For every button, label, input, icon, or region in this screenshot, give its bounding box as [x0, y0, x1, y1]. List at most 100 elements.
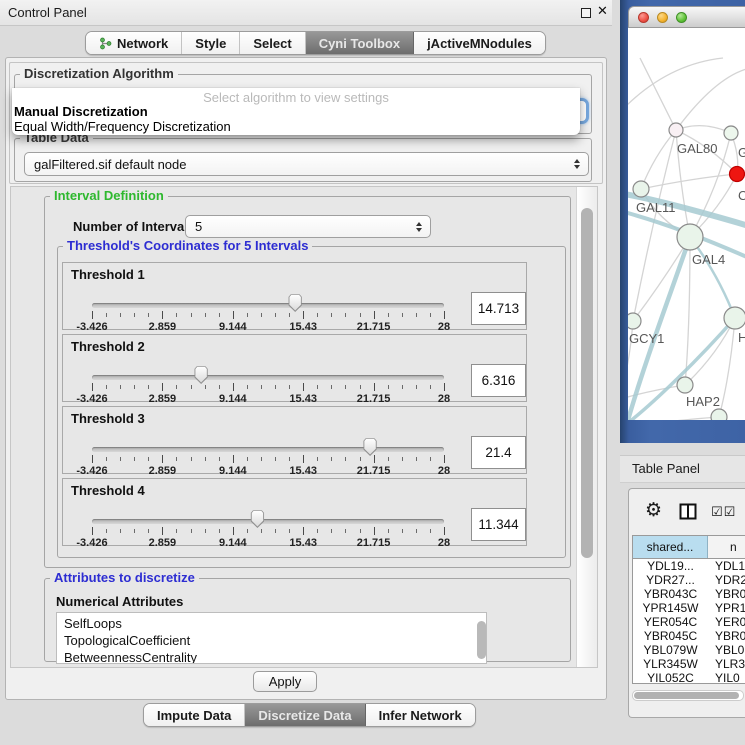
- vertical-scrollbar[interactable]: [576, 187, 597, 667]
- threshold-2-value-field[interactable]: 6.316: [471, 364, 526, 397]
- cell-name[interactable]: YER0: [708, 615, 745, 629]
- float-window-icon[interactable]: [581, 8, 591, 18]
- threshold-1-slider[interactable]: -3.4262.8599.14415.4321.71528: [92, 289, 444, 329]
- cell-name[interactable]: YBR0: [708, 587, 745, 601]
- slider-tick-labels: -3.4262.8599.14415.4321.71528: [92, 537, 444, 549]
- tab-infer-network[interactable]: Infer Network: [366, 704, 475, 726]
- table-row[interactable]: YDL19...YDL1: [633, 559, 745, 573]
- table-row[interactable]: YBR043CYBR0: [633, 587, 745, 601]
- network-node[interactable]: [633, 181, 649, 197]
- number-of-intervals-combobox[interactable]: 5: [185, 215, 431, 238]
- numerical-attributes-list[interactable]: SelfLoopsTopologicalCoefficientBetweenne…: [56, 612, 487, 664]
- slider-thumb[interactable]: [363, 438, 378, 456]
- scrollbar-thumb[interactable]: [581, 208, 593, 558]
- network-node[interactable]: [724, 307, 745, 329]
- cell-name[interactable]: YIL0: [708, 671, 745, 683]
- slider-ticks: [92, 455, 444, 464]
- tick-mark: [303, 527, 304, 535]
- cell-shared-name[interactable]: YBL079W: [633, 643, 708, 657]
- cell-name[interactable]: YDR2: [708, 573, 745, 587]
- scrollbar-thumb[interactable]: [634, 692, 739, 699]
- table-row[interactable]: YLR345WYLR3: [633, 657, 745, 671]
- tab-select[interactable]: Select: [240, 32, 305, 54]
- dropdown-option-manual-discretization[interactable]: Manual Discretization: [12, 104, 580, 119]
- tab-impute-data[interactable]: Impute Data: [144, 704, 245, 726]
- cell-name[interactable]: YBL0: [708, 643, 745, 657]
- close-icon[interactable]: ✕: [597, 4, 608, 19]
- close-window-icon[interactable]: [638, 12, 649, 23]
- tab-network[interactable]: Network: [86, 32, 182, 54]
- slider-track[interactable]: [92, 447, 444, 452]
- table-horizontal-scrollbar[interactable]: [632, 690, 744, 701]
- network-node[interactable]: [711, 409, 727, 420]
- table-data-combobox[interactable]: galFiltered.sif default node: [24, 152, 589, 176]
- slider-thumb[interactable]: [194, 366, 209, 384]
- zoom-window-icon[interactable]: [676, 12, 687, 23]
- cell-shared-name[interactable]: YPR145W: [633, 601, 708, 615]
- network-node[interactable]: [677, 224, 703, 250]
- slider-track[interactable]: [92, 303, 444, 308]
- threshold-3-value-field[interactable]: 21.4: [471, 436, 526, 469]
- slider-track[interactable]: [92, 375, 444, 380]
- cell-name[interactable]: YPR1: [708, 601, 745, 615]
- attribute-item[interactable]: BetweennessCentrality: [57, 649, 486, 664]
- table-row[interactable]: YBL079WYBL0: [633, 643, 745, 657]
- threshold-2-slider[interactable]: -3.4262.8599.14415.4321.71528: [92, 361, 444, 401]
- cell-shared-name[interactable]: YIL052C: [633, 671, 708, 683]
- cell-name[interactable]: YDL1: [708, 559, 745, 573]
- cell-shared-name[interactable]: YDL19...: [633, 559, 708, 573]
- network-node[interactable]: [724, 126, 738, 140]
- network-canvas[interactable]: GAL80GACGAL11GAL4GCY1HHAP2: [628, 28, 745, 420]
- apply-button[interactable]: Apply: [253, 671, 317, 692]
- slider-thumb[interactable]: [288, 294, 303, 312]
- tab-style[interactable]: Style: [182, 32, 240, 54]
- threshold-3-slider[interactable]: -3.4262.8599.14415.4321.71528: [92, 433, 444, 473]
- gear-icon[interactable]: ⚙: [645, 501, 662, 520]
- cell-name[interactable]: YBR0: [708, 629, 745, 643]
- node-label: HAP2: [686, 394, 720, 409]
- network-node[interactable]: [677, 377, 693, 393]
- minimize-window-icon[interactable]: [657, 12, 668, 23]
- column-header-name[interactable]: n: [708, 536, 745, 558]
- network-node[interactable]: [730, 167, 745, 182]
- tick-mark: [303, 311, 304, 319]
- attributes-list-scrollbar[interactable]: [476, 614, 487, 662]
- tick-label: 2.859: [149, 465, 177, 477]
- network-node[interactable]: [628, 313, 641, 329]
- tick-mark: [205, 313, 206, 317]
- table-row[interactable]: YBR045CYBR0: [633, 629, 745, 643]
- table-row[interactable]: YDR27...YDR2: [633, 573, 745, 587]
- threshold-1-value-field[interactable]: 14.713: [471, 292, 526, 325]
- table-row[interactable]: YER054CYER0: [633, 615, 745, 629]
- dropdown-option-equal-width-frequency[interactable]: Equal Width/Frequency Discretization: [12, 119, 580, 134]
- column-header-shared-name[interactable]: shared...: [633, 536, 708, 558]
- slider-track[interactable]: [92, 519, 444, 524]
- cell-shared-name[interactable]: YDR27...: [633, 573, 708, 587]
- scrollbar-thumb[interactable]: [477, 621, 486, 659]
- tick-label: 9.144: [219, 393, 247, 405]
- split-panel-icon[interactable]: [679, 503, 697, 525]
- table-row[interactable]: YIL052CYIL0: [633, 671, 745, 683]
- tab-cyni-toolbox[interactable]: Cyni Toolbox: [306, 32, 414, 54]
- tick-mark: [444, 383, 445, 391]
- node-label: GAL11: [636, 200, 676, 215]
- network-node[interactable]: [669, 123, 683, 137]
- attribute-item[interactable]: SelfLoops: [57, 615, 486, 632]
- slider-thumb[interactable]: [250, 510, 265, 528]
- tick-label: 2.859: [149, 393, 177, 405]
- tick-mark: [345, 529, 346, 533]
- table-row[interactable]: YPR145WYPR1: [633, 601, 745, 615]
- tab-discretize-data[interactable]: Discretize Data: [245, 704, 365, 726]
- tab-jactivemnodules[interactable]: jActiveMNodules: [414, 32, 545, 54]
- cell-name[interactable]: YLR3: [708, 657, 745, 671]
- cell-shared-name[interactable]: YBR045C: [633, 629, 708, 643]
- cell-shared-name[interactable]: YER054C: [633, 615, 708, 629]
- attribute-item[interactable]: TopologicalCoefficient: [57, 632, 486, 649]
- threshold-4-slider[interactable]: -3.4262.8599.14415.4321.71528: [92, 505, 444, 545]
- tick-mark: [317, 529, 318, 533]
- cell-shared-name[interactable]: YLR345W: [633, 657, 708, 671]
- column-checkboxes-icon[interactable]: ☑☑: [711, 505, 736, 520]
- threshold-4-value-field[interactable]: 11.344: [471, 508, 526, 541]
- node-label: H: [738, 330, 745, 345]
- cell-shared-name[interactable]: YBR043C: [633, 587, 708, 601]
